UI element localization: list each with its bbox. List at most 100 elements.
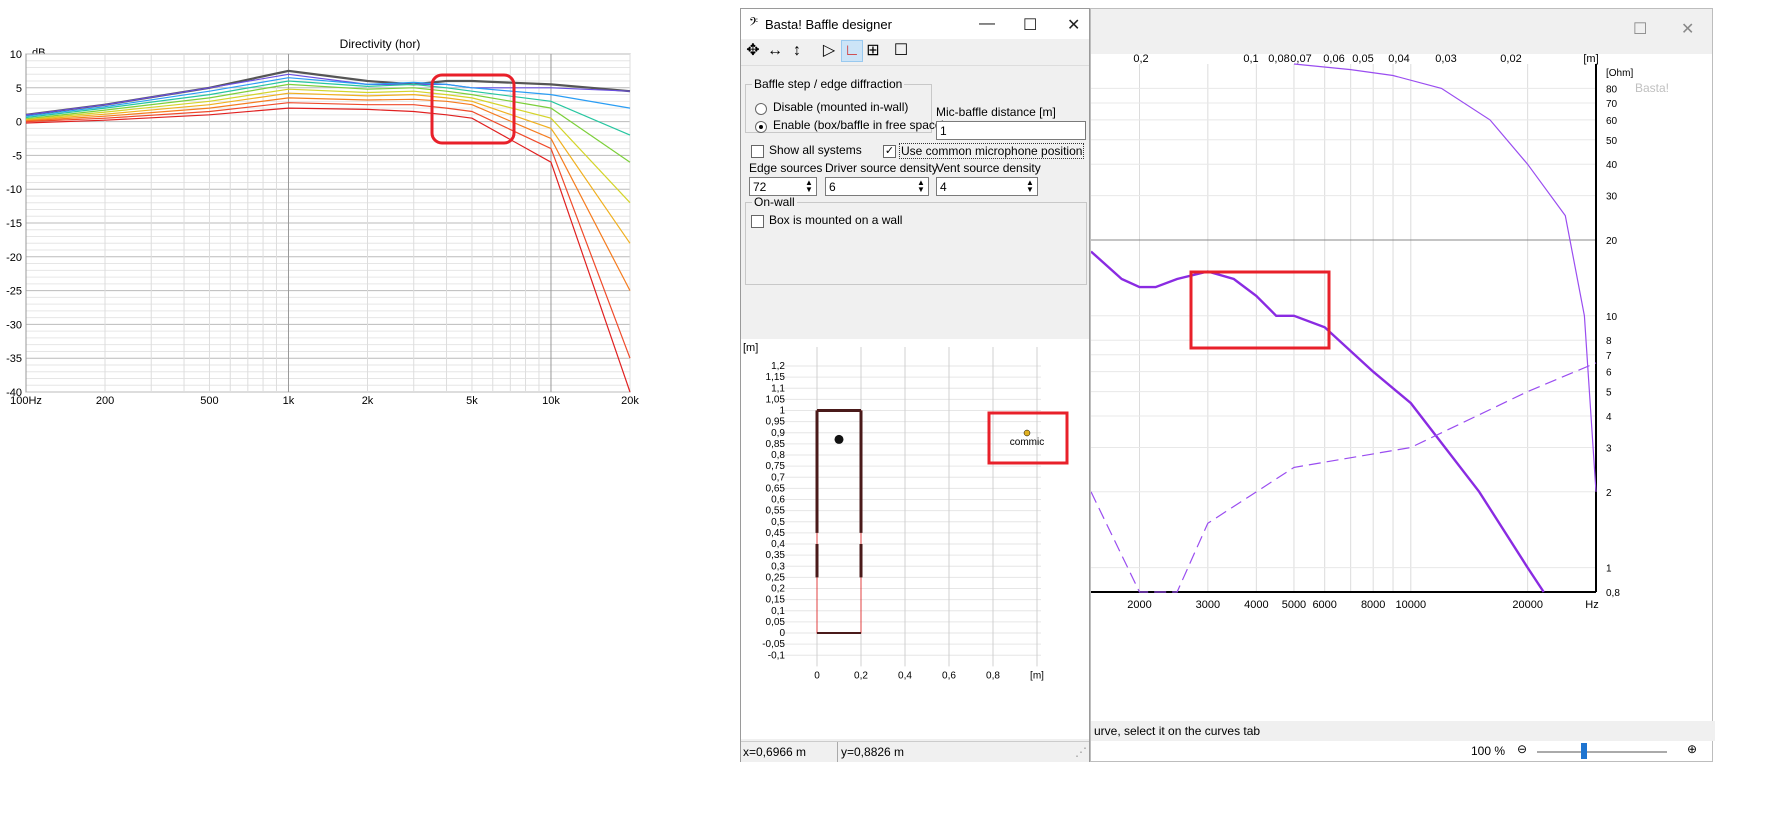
common-mic-checkbox[interactable]: ✓ xyxy=(883,145,896,158)
y-tick-label: 0,75 xyxy=(766,461,786,472)
show-all-label: Show all systems xyxy=(769,143,862,157)
maximize-button-2[interactable]: ☐ xyxy=(1633,19,1647,39)
minimize-button[interactable]: — xyxy=(979,15,995,33)
on-wall-group: On-wall xyxy=(745,195,1087,285)
y-tick-label: 0,6 xyxy=(771,495,785,506)
y-tick-label: 5 xyxy=(16,83,22,95)
show-all-checkbox[interactable] xyxy=(751,145,764,158)
right-tick-label: 40 xyxy=(1606,160,1618,171)
y-tick-label: 0,55 xyxy=(766,506,786,517)
x-tick-label: 0,2 xyxy=(854,670,868,681)
top-tick-label: [m] xyxy=(1583,54,1598,65)
right-tick-label: 20 xyxy=(1606,236,1618,247)
y-tick-label: -10 xyxy=(6,184,22,196)
right-tick-label: 4 xyxy=(1606,412,1612,423)
move-horizontal-icon[interactable]: ↔ xyxy=(765,41,785,61)
y-tick-label: 0,25 xyxy=(766,572,786,583)
baffle-y-ticks: 1,21,151,11,0510,950,90,850,80,750,70,65… xyxy=(762,361,785,661)
edge-sources-spinner[interactable]: ▲ ▼ xyxy=(803,179,815,194)
baffle-x-ticks: 0 0,2 0,4 0,6 0,8 [m] xyxy=(814,670,1044,681)
baffle-canvas[interactable]: [m] 1,21,151,11,0510,950,90,850,80,750,7… xyxy=(741,339,1089,739)
resize-grip-icon[interactable]: ⋰ xyxy=(1075,742,1087,762)
top-tick-label: 0,04 xyxy=(1388,54,1409,65)
x-tick-label: 5k xyxy=(466,395,478,407)
right-tick-label: 3 xyxy=(1606,443,1612,454)
x-tick-label: 200 xyxy=(96,395,114,407)
move-all-icon[interactable]: ✥ xyxy=(743,41,763,61)
grid-tool-icon[interactable]: ⊞ xyxy=(863,41,883,61)
x-tick-label: 1k xyxy=(283,395,295,407)
radio-disable-label: Disable (mounted in-wall) xyxy=(773,100,909,114)
close-button[interactable]: ✕ xyxy=(1067,15,1080,35)
radio-enable[interactable] xyxy=(755,121,767,133)
top-tick-label: 0,08 xyxy=(1268,54,1289,65)
right-tick-label: 8 xyxy=(1606,336,1612,347)
zoom-label: 100 % xyxy=(1471,744,1506,758)
y-tick-label: 0,95 xyxy=(766,417,786,428)
x-tick-label: 10k xyxy=(542,395,560,407)
directivity-title: Directivity (hor) xyxy=(340,37,421,51)
zoom-slider-thumb[interactable] xyxy=(1581,743,1587,759)
vent-density-input[interactable]: 4 xyxy=(936,177,1038,196)
directivity-x-ticks: 100Hz 200 500 1k 2k 5k 10k 20k xyxy=(10,395,639,407)
x-tick-label: [m] xyxy=(1030,670,1044,681)
vent-density-spinner[interactable]: ▲ ▼ xyxy=(1024,179,1036,194)
y-tick-label: 10 xyxy=(10,49,22,61)
x-tick-label: 5000 xyxy=(1282,599,1306,611)
radio-disable[interactable] xyxy=(755,103,767,115)
driver-density-label: Driver source density xyxy=(825,161,938,175)
response-chart: Basta! 0,2 0,1 0,08 0,07 0,06 0,05 0,04 0,03 0,0… xyxy=(1091,54,1712,731)
x-tick-label: 2k xyxy=(362,395,374,407)
directivity-y-ticks: 1050-5-10-15-20-25-30-35-40 xyxy=(6,49,22,399)
x-tick-label: 100Hz xyxy=(10,395,42,407)
y-tick-label: 0,7 xyxy=(771,472,785,483)
zoom-out-icon[interactable]: ⊖ xyxy=(1517,742,1527,756)
mic-distance-input[interactable]: 1 xyxy=(936,121,1086,140)
right-tick-label: 7 xyxy=(1606,351,1612,362)
zoom-slider[interactable] xyxy=(1537,751,1667,753)
y-tick-label: -5 xyxy=(12,150,22,162)
toolbar: ✥ ↔ ↕ ▷ ∟ ⊞ ☐ xyxy=(741,39,1089,66)
move-vertical-icon[interactable]: ↕ xyxy=(787,41,807,61)
y-tick-label: 0,15 xyxy=(766,595,786,606)
y-tick-label: 0,85 xyxy=(766,439,786,450)
y-tick-label: 0,1 xyxy=(771,606,785,617)
top-tick-label: 0,2 xyxy=(1133,54,1148,65)
close-button-2[interactable]: ✕ xyxy=(1681,19,1694,39)
zoom-in-icon[interactable]: ⊕ xyxy=(1687,742,1697,756)
right-tick-label: [Ohm] xyxy=(1606,68,1633,79)
maximize-button[interactable]: ☐ xyxy=(1023,15,1037,35)
x-tick-label: 0,4 xyxy=(898,670,912,681)
right-tick-label: 70 xyxy=(1606,99,1618,110)
mic-marker-label: commic xyxy=(1010,437,1044,448)
x-tick-label: 8000 xyxy=(1361,599,1385,611)
driver-density-input[interactable]: 6 xyxy=(825,177,929,196)
baffle-status-bar: x=0,6966 m y=0,8826 m ⋰ xyxy=(741,741,1089,762)
driver-tool-icon[interactable]: ▷ xyxy=(819,41,839,61)
y-tick-label: -0,1 xyxy=(768,650,786,661)
on-wall-checkbox[interactable] xyxy=(751,215,764,228)
baffle-edge-tool-icon[interactable]: ∟ xyxy=(841,40,863,62)
mic-distance-label: Mic-baffle distance [m] xyxy=(936,105,1056,119)
app-icon: 𝄢 xyxy=(749,15,759,31)
x-tick-label: 0,6 xyxy=(942,670,956,681)
window-title: Basta! Baffle designer xyxy=(765,17,892,32)
driver-density-spinner[interactable]: ▲ ▼ xyxy=(915,179,927,194)
y-tick-label: 1,1 xyxy=(771,383,785,394)
zoom-bar: 100 % ⊖ ⊕ xyxy=(1091,741,1712,761)
response-x-ticks: 2000 3000 4000 5000 6000 8000 10000 20000 Hz xyxy=(1127,599,1598,611)
frame-tool-icon[interactable]: ☐ xyxy=(891,41,911,61)
right-tick-label: 80 xyxy=(1606,84,1618,95)
y-tick-label: 0,05 xyxy=(766,617,786,628)
y-tick-label: -15 xyxy=(6,218,22,230)
x-tick-label: Hz xyxy=(1585,599,1598,611)
x-tick-label: 4000 xyxy=(1244,599,1268,611)
y-tick-label: 0 xyxy=(16,117,22,129)
right-tick-label: 5 xyxy=(1606,388,1612,399)
top-tick-label: 0,1 xyxy=(1243,54,1258,65)
x-tick-label: 6000 xyxy=(1312,599,1336,611)
y-tick-label: 0,2 xyxy=(771,584,785,595)
title-bar: 𝄢 Basta! Baffle designer — ☐ ✕ xyxy=(741,9,1089,39)
y-tick-label: -25 xyxy=(6,286,22,298)
y-tick-label: -35 xyxy=(6,353,22,365)
